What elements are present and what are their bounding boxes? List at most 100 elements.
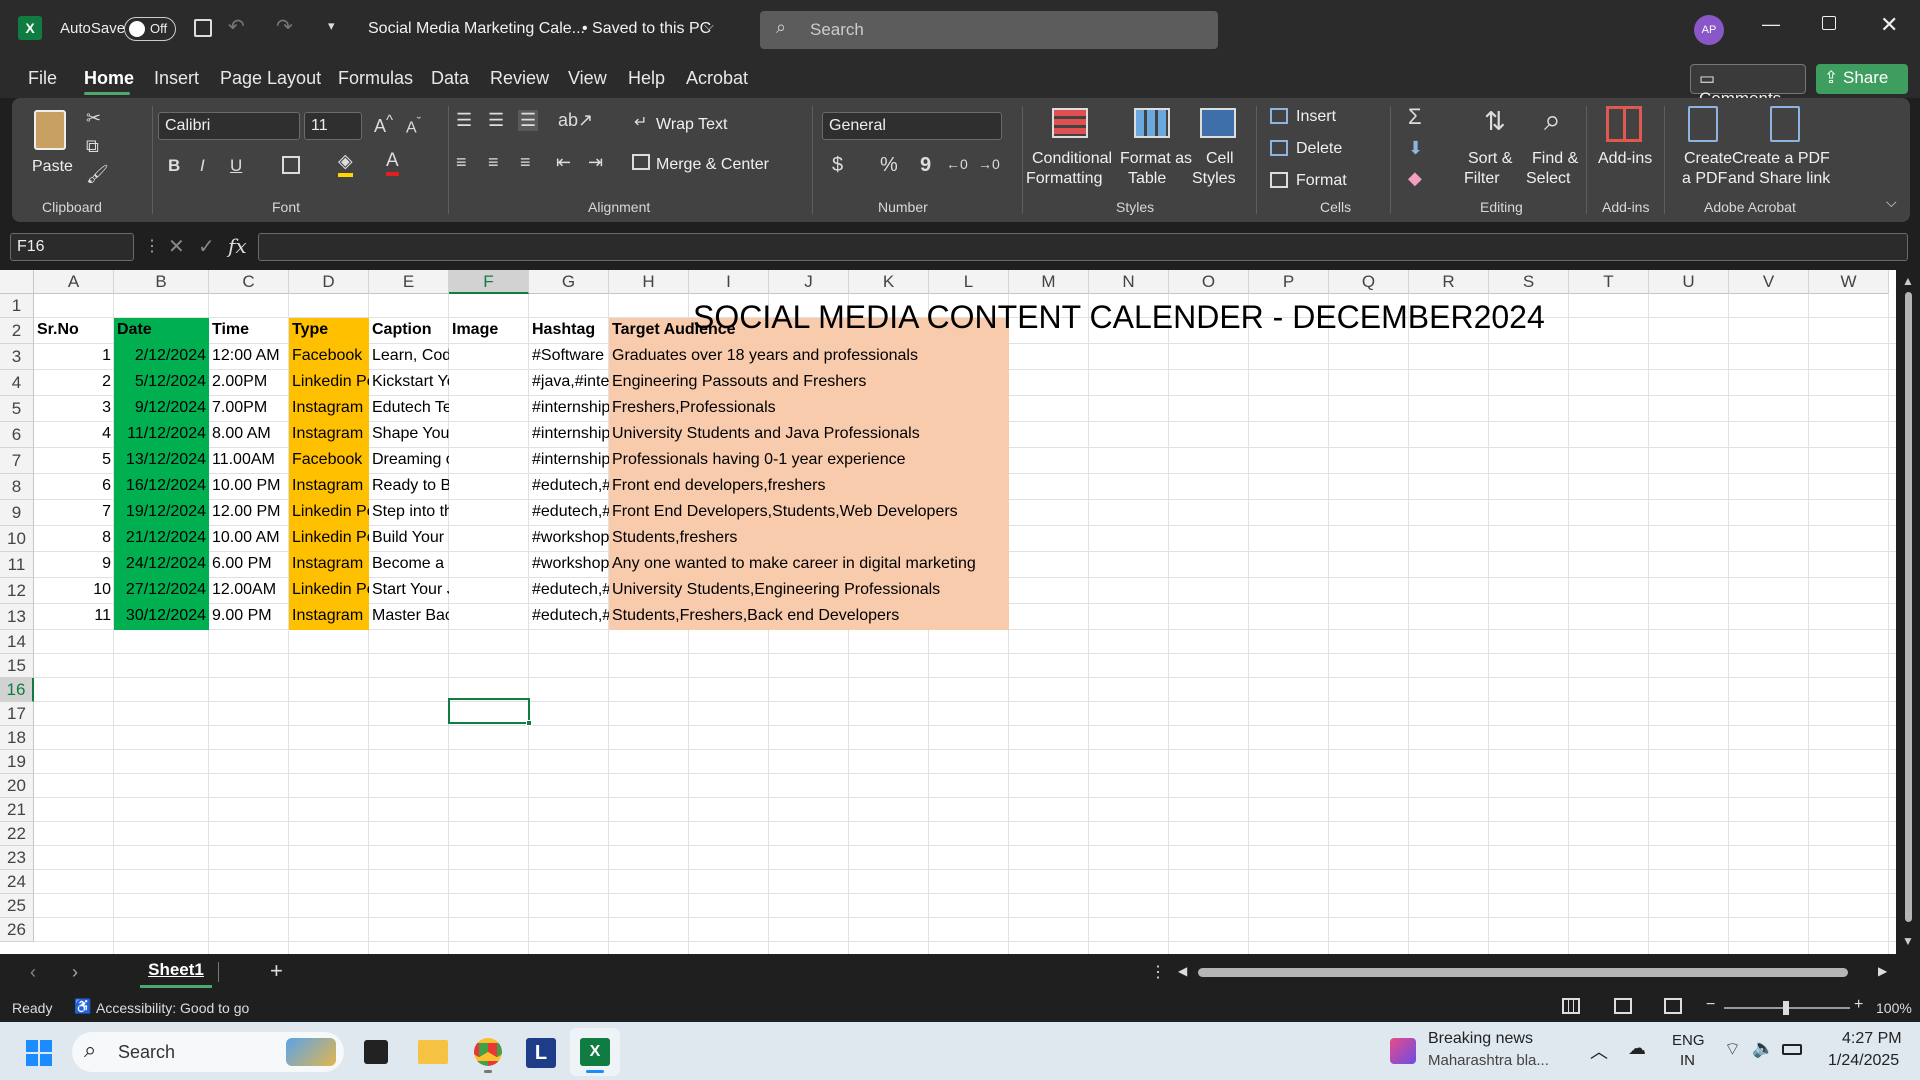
scroll-right-icon[interactable]: ▶ xyxy=(1878,964,1887,978)
image-cell[interactable] xyxy=(449,551,529,577)
wifi-icon[interactable]: ⌔ xyxy=(1724,1038,1741,1061)
caption-cell[interactable]: Build Your Digital Marketing xyxy=(369,525,449,551)
row-header-3[interactable]: 3 xyxy=(0,344,34,370)
header-cell[interactable]: Caption xyxy=(369,317,449,343)
tab-formulas[interactable]: Formulas xyxy=(338,68,413,89)
header-cell[interactable]: Image xyxy=(449,317,529,343)
image-cell[interactable] xyxy=(449,421,529,447)
column-header-e[interactable]: E xyxy=(369,270,449,294)
scroll-down-icon[interactable]: ▼ xyxy=(1902,934,1914,948)
clear-icon[interactable]: ◆ xyxy=(1408,168,1422,189)
date-cell[interactable]: 16/12/2024 xyxy=(114,473,209,499)
increase-decimal-icon[interactable]: ←0 xyxy=(946,156,968,172)
column-header-r[interactable]: R xyxy=(1409,270,1489,294)
bottom-align-icon[interactable]: ☰ xyxy=(518,110,539,131)
audience-cell[interactable]: Freshers,Professionals xyxy=(609,395,1009,421)
sr-no-cell[interactable]: 9 xyxy=(34,551,114,577)
column-header-l[interactable]: L xyxy=(929,270,1009,294)
close-icon[interactable]: ✕ xyxy=(1880,12,1898,38)
date-cell[interactable]: 27/12/2024 xyxy=(114,577,209,603)
caption-cell[interactable]: Shape Your Future with xyxy=(369,421,449,447)
type-cell[interactable]: Instagram xyxy=(289,395,369,421)
sort-filter-label-1[interactable]: Sort & xyxy=(1468,150,1512,168)
time-cell[interactable]: 11.00AM xyxy=(209,447,289,473)
percent-button[interactable]: % xyxy=(880,154,898,177)
save-icon[interactable] xyxy=(194,19,212,37)
row-header-25[interactable]: 25 xyxy=(0,894,34,918)
font-color-icon[interactable]: A xyxy=(386,150,399,176)
sr-no-cell[interactable]: 5 xyxy=(34,447,114,473)
name-box[interactable]: F16 xyxy=(10,233,134,261)
autosum-icon[interactable]: Σ xyxy=(1408,104,1422,130)
caption-cell[interactable]: Dreaming of a Career xyxy=(369,447,449,473)
decrease-font-icon[interactable]: Aˇ xyxy=(406,114,421,137)
top-align-icon[interactable]: ☰ xyxy=(456,110,472,131)
number-format-dropdown[interactable]: General xyxy=(822,112,1002,140)
formula-input[interactable] xyxy=(258,233,1908,261)
show-hidden-icons-icon[interactable]: ︿ xyxy=(1590,1038,1608,1064)
caption-cell[interactable]: Ready to Build Amazing xyxy=(369,473,449,499)
row-header-7[interactable]: 7 xyxy=(0,448,34,474)
create-share-pdf-label-2[interactable]: and Share link xyxy=(1728,170,1830,188)
clock-time[interactable]: 4:27 PM xyxy=(1842,1030,1902,1048)
fill-icon[interactable]: ⬇ xyxy=(1408,138,1423,159)
row-header-23[interactable]: 23 xyxy=(0,846,34,870)
type-cell[interactable]: Facebook xyxy=(289,343,369,369)
column-header-m[interactable]: M xyxy=(1009,270,1089,294)
format-painter-icon[interactable]: 🖌 xyxy=(86,164,109,185)
image-cell[interactable] xyxy=(449,369,529,395)
decrease-decimal-icon[interactable]: →0 xyxy=(978,156,1000,172)
sr-no-cell[interactable]: 2 xyxy=(34,369,114,395)
column-header-u[interactable]: U xyxy=(1649,270,1729,294)
sheet-tab-sheet1[interactable]: Sheet1 xyxy=(140,954,212,988)
hashtag-cell[interactable]: #internship xyxy=(529,421,609,447)
align-center-icon[interactable]: ≡ xyxy=(488,152,499,173)
column-header-w[interactable]: W xyxy=(1809,270,1889,294)
sr-no-cell[interactable]: 1 xyxy=(34,343,114,369)
type-cell[interactable]: Instagram xyxy=(289,551,369,577)
row-header-21[interactable]: 21 xyxy=(0,798,34,822)
format-cells-button[interactable]: Format xyxy=(1296,172,1347,190)
cancel-entry-icon[interactable]: ✕ xyxy=(168,234,185,259)
tab-insert[interactable]: Insert xyxy=(154,68,199,89)
time-cell[interactable]: 12:00 AM xyxy=(209,343,289,369)
create-pdf-label-1[interactable]: Create xyxy=(1684,150,1732,168)
date-cell[interactable]: 9/12/2024 xyxy=(114,395,209,421)
hashtag-cell[interactable]: #edutech,# xyxy=(529,577,609,603)
time-cell[interactable]: 9.00 PM xyxy=(209,603,289,629)
font-size-dropdown[interactable]: 11 xyxy=(304,112,362,140)
sr-no-cell[interactable]: 8 xyxy=(34,525,114,551)
date-cell[interactable]: 19/12/2024 xyxy=(114,499,209,525)
caption-cell[interactable]: Step into the Future of xyxy=(369,499,449,525)
orientation-icon[interactable]: ab↗ xyxy=(558,110,593,131)
image-cell[interactable] xyxy=(449,577,529,603)
column-header-s[interactable]: S xyxy=(1489,270,1569,294)
row-header-17[interactable]: 17 xyxy=(0,702,34,726)
column-header-d[interactable]: D xyxy=(289,270,369,294)
time-cell[interactable]: 10.00 PM xyxy=(209,473,289,499)
type-cell[interactable]: Linkedin Post xyxy=(289,525,369,551)
h-scrollbar-thumb[interactable] xyxy=(1198,968,1848,977)
normal-view-icon[interactable] xyxy=(1562,998,1580,1014)
column-header-g[interactable]: G xyxy=(529,270,609,294)
row-header-22[interactable]: 22 xyxy=(0,822,34,846)
image-cell[interactable] xyxy=(449,603,529,629)
column-header-t[interactable]: T xyxy=(1569,270,1649,294)
restore-icon[interactable] xyxy=(1822,16,1836,30)
excel-taskbar-button[interactable]: X xyxy=(570,1028,620,1076)
bold-button[interactable]: B xyxy=(168,156,180,176)
row-header-1[interactable]: 1 xyxy=(0,294,34,318)
news-subtitle[interactable]: Maharashtra bla... xyxy=(1428,1052,1549,1069)
hashtag-cell[interactable]: #internship xyxy=(529,447,609,473)
paste-button[interactable]: Paste xyxy=(30,106,74,186)
image-cell[interactable] xyxy=(449,395,529,421)
header-cell[interactable]: Date xyxy=(114,317,209,343)
confirm-entry-icon[interactable]: ✓ xyxy=(198,234,215,259)
date-cell[interactable]: 11/12/2024 xyxy=(114,421,209,447)
column-header-v[interactable]: V xyxy=(1729,270,1809,294)
type-cell[interactable]: Linkedin Post xyxy=(289,577,369,603)
share-button[interactable]: ⇪ Share ⌵ xyxy=(1816,64,1908,106)
wrap-text-button[interactable]: Wrap Text xyxy=(656,116,727,134)
row-header-14[interactable]: 14 xyxy=(0,630,34,654)
windows-start-icon[interactable] xyxy=(26,1040,52,1066)
